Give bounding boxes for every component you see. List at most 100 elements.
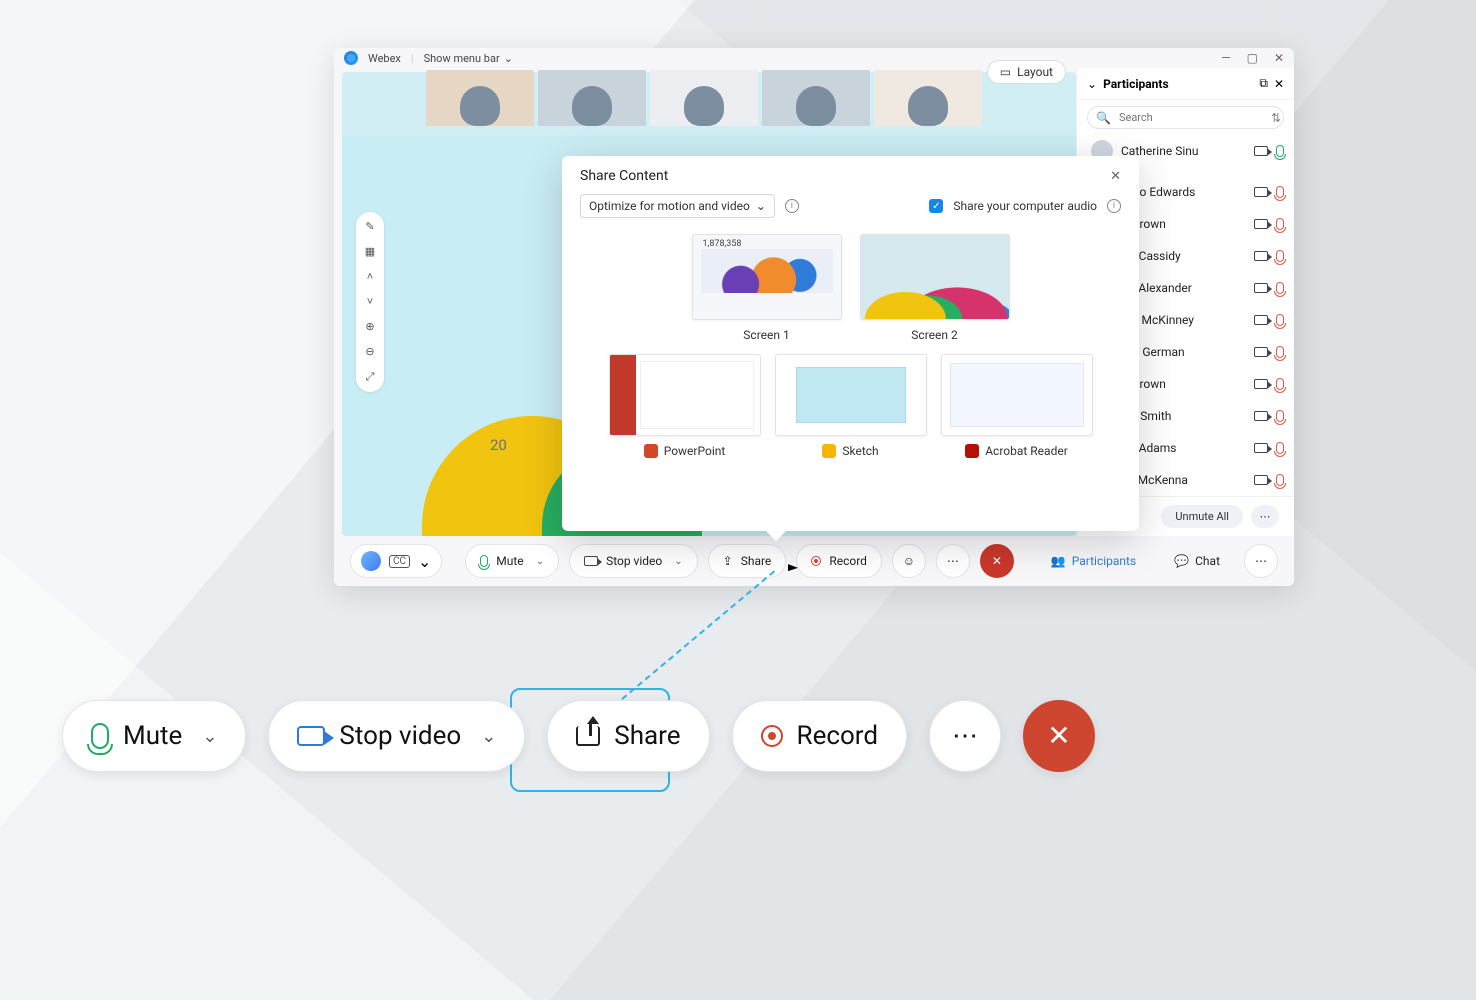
stop-video-button[interactable]: Stop video ⌄ [569,544,698,578]
participant-name: Catherine Sinu [1121,144,1246,158]
grid-icon[interactable]: ▦ [365,245,375,258]
unmute-all-button[interactable]: Unmute All [1161,505,1243,528]
zoom-out-icon[interactable]: ⊖ [365,345,374,358]
participant-name: … Brown [1121,377,1246,391]
video-thumbnail[interactable] [762,70,870,126]
zoom-end-call-button[interactable]: ✕ [1023,700,1095,772]
chevron-down-icon[interactable]: ⌄ [536,556,544,567]
share-button[interactable]: ⇪ Share [708,544,787,578]
app-name: Webex [368,52,401,65]
zoom-more-button[interactable]: ⋯ [929,700,1001,772]
zoom-stop-video-button[interactable]: Stop video ⌄ [268,700,525,772]
zoomed-toolbar: Mute ⌄ Stop video ⌄ Share Record ⋯ ✕ [62,700,1095,772]
chevron-down-icon: ⌄ [756,199,766,213]
camera-icon [1254,187,1268,197]
video-thumbnail[interactable] [426,70,534,126]
share-screen-2[interactable]: Screen 2 [860,234,1010,342]
cc-icon: CC [389,555,410,568]
microphone-icon [1276,474,1284,486]
share-screen-1[interactable]: 1,878,358 Screen 1 [692,234,842,342]
share-icon: ⇪ [723,554,733,568]
popout-icon[interactable]: ⧉ [1259,76,1268,91]
video-thumbnail[interactable] [874,70,982,126]
sort-icon[interactable]: ⇅ [1271,111,1281,125]
optimize-select[interactable]: Optimize for motion and video ⌄ [580,194,775,218]
end-call-button[interactable]: ✕ [980,544,1014,578]
participant-name: …e Alexander [1121,281,1246,295]
mute-button[interactable]: Mute ⌄ [465,544,559,578]
zoom-record-button[interactable]: Record [732,700,907,772]
chevron-down-icon[interactable]: ⌄ [674,556,682,567]
info-icon[interactable]: i [1107,199,1121,213]
video-thumbnail[interactable] [538,70,646,126]
zoom-share-button[interactable]: Share [547,700,709,772]
record-button[interactable]: Record [796,544,882,578]
more-options-button[interactable]: ⋯ [936,544,970,578]
show-menu-bar[interactable]: Show menu bar ⌄ [424,52,513,65]
stage-tools: ✎ ▦ ˄ ˅ ⊕ ⊖ ⤢ [356,212,384,392]
acrobat-icon [965,444,979,458]
chevron-down-icon[interactable]: ⌄ [481,726,496,747]
popover-title: Share Content [580,168,668,184]
participant-name: …rt Smith [1121,409,1246,423]
share-content-popover: Share Content ✕ Optimize for motion and … [562,156,1139,531]
camera-icon [1254,146,1268,156]
share-app-acrobat[interactable]: Acrobat Reader [941,354,1093,458]
participants-button[interactable]: 👥 Participants [1037,544,1150,578]
screen1-label: Screen 1 [743,328,789,342]
close-panel-icon[interactable]: ✕ [1274,77,1284,91]
microphone-icon [1276,346,1284,358]
close-icon[interactable]: ✕ [1274,51,1284,65]
optimize-label: Optimize for motion and video [589,199,750,213]
chevron-down-icon[interactable]: ⌄ [1087,77,1097,91]
stage-number: 20 [490,436,507,454]
close-icon: ✕ [1047,722,1070,750]
annotate-icon[interactable]: ✎ [365,220,374,233]
webex-logo-icon [344,51,358,65]
participants-more-button[interactable]: ⋯ [1251,505,1279,528]
microphone-icon [1276,186,1284,198]
chevron-up-icon[interactable]: ˄ [367,270,373,283]
mute-label: Mute [496,554,523,568]
app1-label: PowerPoint [664,444,726,458]
sketch-icon [822,444,836,458]
zoom-mute-button[interactable]: Mute ⌄ [62,700,246,772]
chat-label: Chat [1195,554,1220,568]
share-audio-label: Share your computer audio [953,199,1097,213]
info-icon[interactable]: i [785,199,799,213]
camera-icon [1254,219,1268,229]
chat-icon: 💬 [1174,554,1189,568]
participant-name: …n Cassidy [1121,249,1246,263]
meeting-toolbar: CC ⌄ Mute ⌄ Stop video ⌄ ⇪ Share Record … [334,536,1294,586]
participant-name: …mo Edwards [1121,185,1246,199]
participants-search[interactable]: 🔍 ⇅ [1087,106,1284,129]
webex-assistant[interactable]: CC ⌄ [350,544,442,578]
layout-icon: ▭ [1000,65,1011,79]
participant-name: …y McKenna [1121,473,1246,487]
webex-window: Webex | Show menu bar ⌄ — ▢ ✕ 20 ✎ ▦ ˄ ˅… [334,48,1294,586]
popover-close-icon[interactable]: ✕ [1110,169,1121,184]
chevron-down-icon[interactable]: ⌄ [202,726,217,747]
microphone-icon [1276,314,1284,326]
zoom-in-icon[interactable]: ⊕ [365,320,374,333]
maximize-icon[interactable]: ▢ [1247,51,1258,65]
share-app-sketch[interactable]: Sketch [775,354,927,458]
chevron-down-icon[interactable]: ˅ [367,295,373,308]
screen1-stat: 1,878,358 [703,239,742,249]
camera-icon [297,726,325,746]
minimize-icon[interactable]: — [1221,51,1230,65]
chat-button[interactable]: 💬 Chat [1160,544,1234,578]
expand-icon[interactable]: ⤢ [366,370,375,384]
video-thumbnail[interactable] [650,70,758,126]
microphone-icon [1276,442,1284,454]
camera-icon [1254,315,1268,325]
record-icon [811,556,821,566]
layout-button[interactable]: ▭ Layout [987,60,1066,84]
camera-icon [1254,443,1268,453]
share-audio-checkbox[interactable]: ✓ [929,199,943,213]
panel-options-button[interactable]: ⋯ [1244,544,1278,578]
share-app-powerpoint[interactable]: PowerPoint [609,354,761,458]
microphone-icon [91,723,109,749]
search-input[interactable] [1117,110,1261,125]
reactions-button[interactable]: ☺ [892,544,926,578]
